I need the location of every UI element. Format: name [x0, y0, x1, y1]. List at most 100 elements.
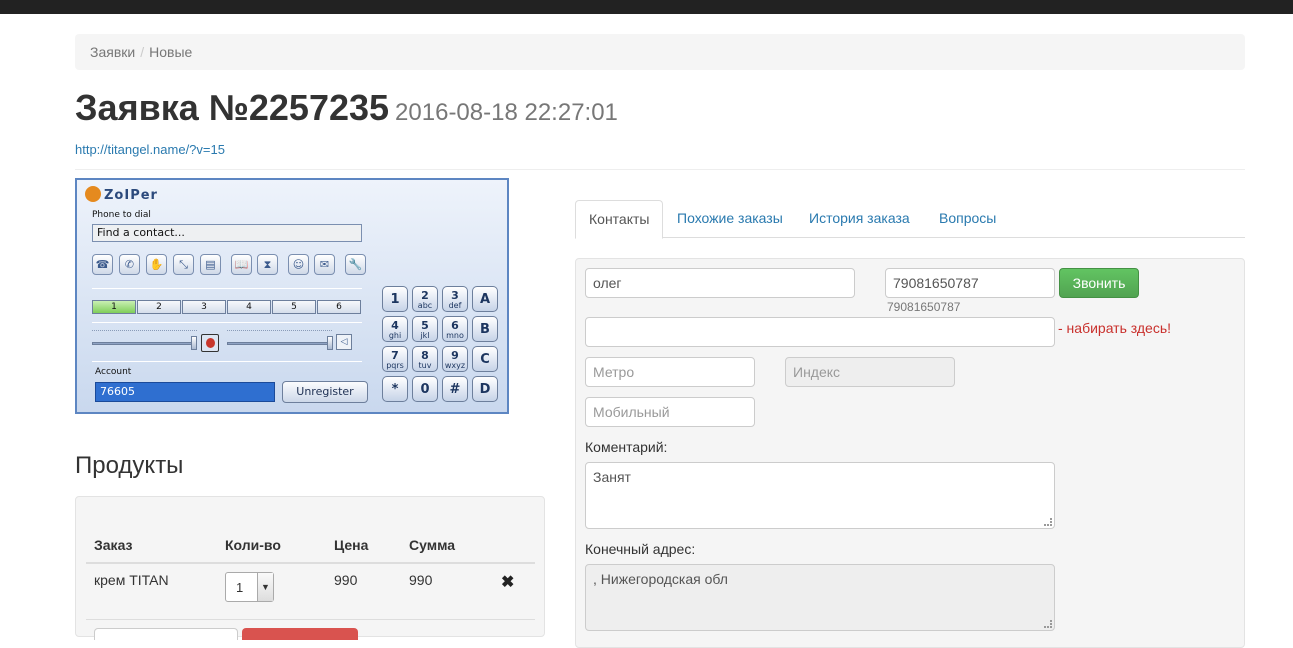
history-icon[interactable]: ⧗ [257, 254, 278, 275]
contacts-panel: Звонить 79081650787 - набирать здесь! Ко… [575, 258, 1245, 648]
key-b[interactable]: B [472, 316, 498, 342]
table-row: крем TITAN 1 ▼ 990 990 ✖ [86, 563, 535, 620]
dial-keypad: 1 2 abc 3 def A 4 ghi 5 jkl 6 mno B 7 pqrs 8 tu… [382, 286, 502, 408]
contacts-book-icon[interactable]: 📖 [231, 254, 252, 275]
column-header-qty: Коли-во [217, 527, 326, 564]
account-field[interactable]: 76605 [95, 382, 275, 402]
address-label: Конечный адрес: [585, 541, 696, 557]
column-header-price: Цена [326, 527, 401, 564]
metro-input[interactable] [585, 357, 755, 387]
breadcrumb: Заявки / Новые [75, 34, 1245, 70]
mic-volume-ticks [92, 330, 197, 334]
zoiper-softphone: ZoIPer Phone to dial Find a contact... ☎… [75, 178, 509, 414]
tab-contacts[interactable]: Контакты [575, 200, 664, 239]
dial-hint: - набирать здесь! [1058, 320, 1172, 336]
zoiper-divider [92, 288, 362, 289]
key-0[interactable]: 0 [412, 376, 438, 402]
key-6[interactable]: 6 mno [442, 316, 468, 342]
key-hash[interactable]: # [442, 376, 468, 402]
key-c[interactable]: C [472, 346, 498, 372]
table-header-row: Заказ Коли-во Цена Сумма [86, 527, 535, 564]
hangup-icon[interactable]: ☎ [92, 254, 113, 275]
resize-handle-icon[interactable] [1044, 518, 1052, 526]
call-button[interactable]: Звонить [1059, 268, 1139, 298]
divider [75, 169, 1245, 170]
products-panel: Заказ Коли-во Цена Сумма крем TITAN 1 ▼ … [75, 496, 545, 640]
zoiper-divider [92, 322, 362, 323]
notes-icon[interactable]: ▤ [200, 254, 221, 275]
messages-icon[interactable]: ✉ [314, 254, 335, 275]
product-name: крем TITAN [86, 563, 217, 620]
tab-order-history[interactable]: История заказа [796, 200, 923, 238]
products-table: Заказ Коли-во Цена Сумма крем TITAN 1 ▼ … [86, 527, 535, 620]
order-datetime: 2016-08-18 22:27:01 [395, 99, 618, 126]
column-header-order: Заказ [86, 527, 217, 564]
account-label: Account [95, 367, 132, 377]
call-icon[interactable]: ✆ [119, 254, 140, 275]
unregister-button[interactable]: Unregister [282, 381, 368, 403]
conference-icon[interactable]: ☺ [288, 254, 309, 275]
tab-similar-orders[interactable]: Похожие заказы [664, 200, 796, 238]
remove-icon[interactable]: ✖ [501, 574, 514, 591]
breadcrumb-separator: / [140, 44, 145, 60]
page-title: Заявка №2257235 2016-08-18 22:27:01 [75, 88, 618, 133]
address-textarea: , Нижегородская обл [585, 564, 1055, 631]
address-text: , Нижегородская обл [593, 571, 728, 587]
order-tabs: Контакты Похожие заказы История заказа В… [575, 200, 1245, 239]
comment-label: Коментарий: [585, 439, 668, 455]
quantity-value: 1 [236, 580, 244, 595]
breadcrumb-item-new: Новые [149, 44, 193, 60]
zoiper-divider [92, 361, 362, 362]
line-selector: 1 2 3 4 5 6 [92, 300, 364, 314]
key-8[interactable]: 8 tuv [412, 346, 438, 372]
mic-volume-slider[interactable] [92, 342, 197, 345]
source-link[interactable]: http://titangel.name/?v=15 [75, 142, 225, 157]
column-header-sum: Сумма [401, 527, 493, 564]
speaker-volume-handle[interactable] [327, 336, 333, 350]
find-contact-input[interactable]: Find a contact... [92, 224, 362, 242]
zoiper-logo: ZoIPer [85, 186, 158, 203]
comment-textarea[interactable]: Занят [585, 462, 1055, 529]
key-a[interactable]: A [472, 286, 498, 312]
products-heading: Продукты [75, 452, 184, 479]
key-d[interactable]: D [472, 376, 498, 402]
speaker-volume-ticks [227, 330, 332, 334]
mic-volume-handle[interactable] [191, 336, 197, 350]
dial-input[interactable] [585, 317, 1055, 347]
line-6-button[interactable]: 6 [317, 300, 361, 314]
phone-hint: 79081650787 [887, 300, 961, 314]
comment-text: Занят [593, 469, 631, 485]
breadcrumb-item-orders[interactable]: Заявки [90, 44, 135, 60]
settings-icon[interactable]: 🔧 [345, 254, 366, 275]
mobile-input[interactable] [585, 397, 755, 427]
phone-to-dial-label: Phone to dial [92, 210, 151, 220]
speaker-volume-slider[interactable] [227, 342, 332, 345]
transfer-icon[interactable]: ⤡ [173, 254, 194, 275]
line-5-button[interactable]: 5 [272, 300, 316, 314]
index-input [785, 357, 955, 387]
line-1-button[interactable]: 1 [92, 300, 136, 314]
key-2[interactable]: 2 abc [412, 286, 438, 312]
key-7[interactable]: 7 pqrs [382, 346, 408, 372]
mic-mute-icon[interactable] [201, 334, 219, 352]
name-input[interactable] [585, 268, 855, 298]
speaker-icon[interactable]: ◁ [336, 334, 352, 350]
chevron-down-icon: ▼ [257, 573, 273, 601]
key-5[interactable]: 5 jkl [412, 316, 438, 342]
hold-icon[interactable]: ✋ [146, 254, 167, 275]
key-9[interactable]: 9 wxyz [442, 346, 468, 372]
add-product-input[interactable] [94, 628, 238, 640]
key-1[interactable]: 1 [382, 286, 408, 312]
phone-input[interactable] [885, 268, 1055, 298]
tab-questions[interactable]: Вопросы [926, 200, 1009, 238]
line-4-button[interactable]: 4 [227, 300, 271, 314]
quantity-select[interactable]: 1 ▼ [225, 572, 274, 602]
key-4[interactable]: 4 ghi [382, 316, 408, 342]
key-3[interactable]: 3 def [442, 286, 468, 312]
delete-button[interactable] [242, 628, 358, 640]
key-star[interactable]: * [382, 376, 408, 402]
line-3-button[interactable]: 3 [182, 300, 226, 314]
product-price: 990 [326, 563, 401, 620]
line-2-button[interactable]: 2 [137, 300, 181, 314]
order-title: Заявка №2257235 [75, 87, 390, 128]
